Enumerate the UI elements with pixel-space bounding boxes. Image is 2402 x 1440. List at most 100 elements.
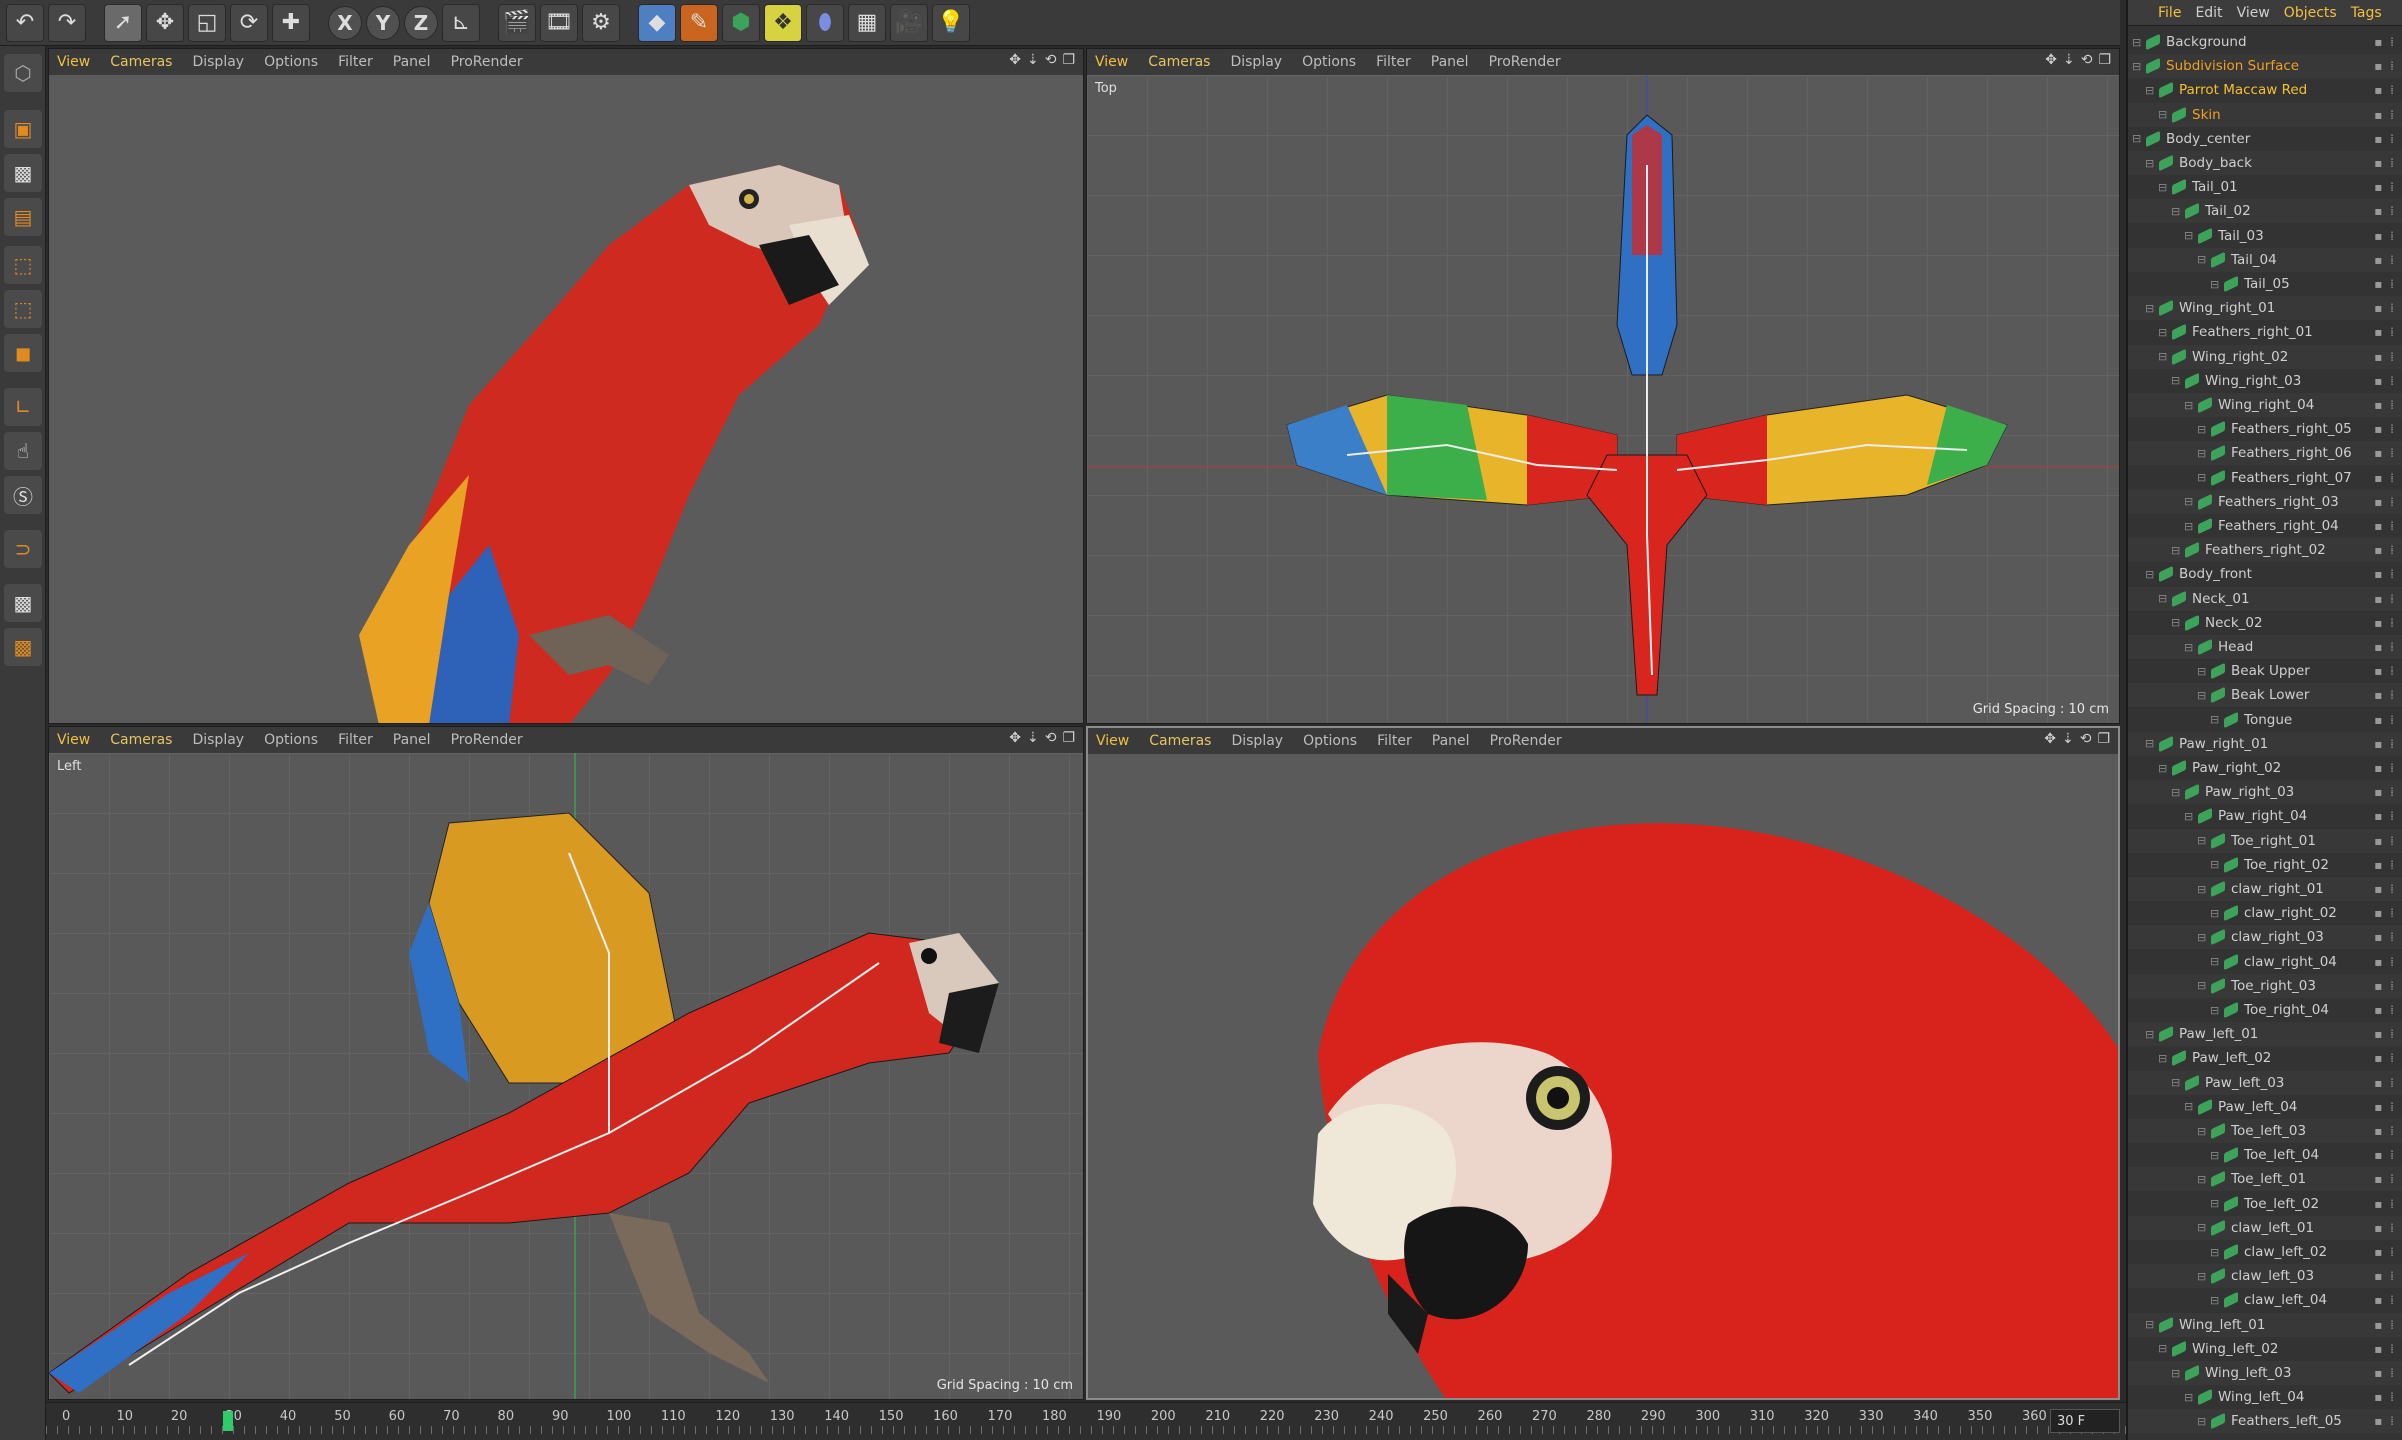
expand-toggle-icon[interactable]: ⊟ bbox=[2210, 1004, 2219, 1017]
visibility-flags-icon[interactable]: ▪ ⁞ bbox=[2374, 882, 2396, 896]
menu-view[interactable]: View bbox=[1096, 733, 1129, 749]
expand-toggle-icon[interactable]: ⊟ bbox=[2210, 858, 2219, 871]
object-row[interactable]: ⊟ Background ▪ ⁞ bbox=[2128, 30, 2402, 54]
workplane-icon[interactable]: ▤ bbox=[4, 198, 42, 236]
visibility-flags-icon[interactable]: ▪ ⁞ bbox=[2374, 301, 2396, 315]
object-row[interactable]: ⊟ Toe_right_01 ▪ ⁞ bbox=[2128, 828, 2402, 853]
menu-cameras[interactable]: Cameras bbox=[1149, 733, 1211, 749]
visibility-flags-icon[interactable]: ▪ ⁞ bbox=[2374, 156, 2396, 170]
object-row[interactable]: ⊟ Body_back ▪ ⁞ bbox=[2128, 151, 2402, 175]
viewport-left[interactable]: View Cameras Display Options Filter Pane… bbox=[48, 726, 1084, 1400]
object-row[interactable]: ⊟ Toe_right_02 ▪ ⁞ bbox=[2128, 853, 2402, 877]
expand-toggle-icon[interactable]: ⊟ bbox=[2158, 1342, 2167, 1355]
menu-options[interactable]: Options bbox=[1303, 733, 1357, 749]
object-row[interactable]: ⊟ Wing_left_04 ▪ ⁞ bbox=[2128, 1385, 2402, 1409]
menu-view[interactable]: View bbox=[1095, 54, 1128, 70]
expand-toggle-icon[interactable]: ⊟ bbox=[2197, 689, 2206, 702]
viewport-perspective[interactable]: View Cameras Display Options Filter Pane… bbox=[48, 48, 1084, 724]
pan-icon[interactable]: ✥ bbox=[2045, 52, 2057, 68]
object-row[interactable]: ⊟ Wing_right_04 ▪ ⁞ bbox=[2128, 393, 2402, 417]
expand-toggle-icon[interactable]: ⊟ bbox=[2210, 955, 2219, 968]
object-row[interactable]: ⊟ Wing_right_01 ▪ ⁞ bbox=[2128, 296, 2402, 321]
object-row[interactable]: ⊟ Subdivision Surface ▪ ⁞ bbox=[2128, 54, 2402, 79]
menu-filter[interactable]: Filter bbox=[1376, 54, 1411, 70]
menu-cameras[interactable]: Cameras bbox=[110, 54, 172, 70]
expand-toggle-icon[interactable]: ⊟ bbox=[2197, 1173, 2206, 1186]
expand-toggle-icon[interactable]: ⊟ bbox=[2158, 1052, 2167, 1065]
visibility-flags-icon[interactable]: ▪ ⁞ bbox=[2374, 979, 2396, 993]
visibility-flags-icon[interactable]: ▪ ⁞ bbox=[2374, 83, 2396, 97]
expand-toggle-icon[interactable]: ⊟ bbox=[2158, 181, 2167, 194]
visibility-flags-icon[interactable]: ▪ ⁞ bbox=[2374, 398, 2396, 412]
camera-icon[interactable]: 🎥 bbox=[890, 3, 928, 42]
expand-toggle-icon[interactable]: ⊟ bbox=[2145, 302, 2154, 315]
visibility-flags-icon[interactable]: ▪ ⁞ bbox=[2374, 1051, 2396, 1065]
expand-toggle-icon[interactable]: ⊟ bbox=[2145, 737, 2154, 750]
rotate-icon[interactable]: ⟳ bbox=[230, 3, 268, 42]
pen-icon[interactable]: ✎ bbox=[680, 3, 718, 42]
expand-toggle-icon[interactable]: ⊟ bbox=[2197, 1125, 2206, 1138]
orbit-icon[interactable]: ⟲ bbox=[2081, 52, 2093, 68]
object-row[interactable]: ⊟ claw_left_04 ▪ ⁞ bbox=[2128, 1288, 2402, 1312]
object-row[interactable]: ⊟ Feathers_right_02 ▪ ⁞ bbox=[2128, 538, 2402, 563]
expand-toggle-icon[interactable]: ⊟ bbox=[2210, 1149, 2219, 1162]
maximize-icon[interactable]: ❐ bbox=[1062, 52, 1075, 68]
visibility-flags-icon[interactable]: ▪ ⁞ bbox=[2374, 1342, 2396, 1356]
visibility-flags-icon[interactable]: ▪ ⁞ bbox=[2374, 1027, 2396, 1041]
object-row[interactable]: ⊟ Wing_left_03 ▪ ⁞ bbox=[2128, 1361, 2402, 1385]
object-row[interactable]: ⊟ Feathers_right_04 ▪ ⁞ bbox=[2128, 514, 2402, 538]
visibility-flags-icon[interactable]: ▪ ⁞ bbox=[2374, 253, 2396, 267]
visibility-flags-icon[interactable]: ▪ ⁞ bbox=[2374, 955, 2396, 969]
object-row[interactable]: ⊟ claw_left_02 ▪ ⁞ bbox=[2128, 1240, 2402, 1264]
object-row[interactable]: ⊟ claw_right_02 ▪ ⁞ bbox=[2128, 901, 2402, 925]
viewport-front[interactable]: View Cameras Display Options Filter Pane… bbox=[1086, 726, 2120, 1400]
menu-filter[interactable]: Filter bbox=[338, 54, 373, 70]
visibility-flags-icon[interactable]: ▪ ⁞ bbox=[2374, 350, 2396, 364]
object-row[interactable]: ⊟ Toe_left_03 ▪ ⁞ bbox=[2128, 1119, 2402, 1143]
expand-toggle-icon[interactable]: ⊟ bbox=[2145, 1318, 2154, 1331]
expand-toggle-icon[interactable]: ⊟ bbox=[2132, 132, 2141, 145]
menu-prorender[interactable]: ProRender bbox=[1490, 733, 1562, 749]
visibility-flags-icon[interactable]: ▪ ⁞ bbox=[2374, 519, 2396, 533]
object-row[interactable]: ⊟ Toe_right_04 ▪ ⁞ bbox=[2128, 998, 2402, 1022]
visibility-flags-icon[interactable]: ▪ ⁞ bbox=[2374, 374, 2396, 388]
visibility-flags-icon[interactable]: ▪ ⁞ bbox=[2374, 1221, 2396, 1235]
orbit-icon[interactable]: ⟲ bbox=[1045, 730, 1057, 746]
menu-cameras[interactable]: Cameras bbox=[1148, 54, 1210, 70]
object-row[interactable]: ⊟ Feathers_right_07 ▪ ⁞ bbox=[2128, 466, 2402, 490]
object-row[interactable]: ⊟ Feathers_right_01 ▪ ⁞ bbox=[2128, 320, 2402, 344]
visibility-flags-icon[interactable]: ▪ ⁞ bbox=[2374, 1390, 2396, 1404]
expand-toggle-icon[interactable]: ⊟ bbox=[2171, 1367, 2180, 1380]
expand-toggle-icon[interactable]: ⊟ bbox=[2197, 471, 2206, 484]
expand-toggle-icon[interactable]: ⊟ bbox=[2145, 84, 2154, 97]
object-row[interactable]: ⊟ claw_left_03 ▪ ⁞ bbox=[2128, 1264, 2402, 1289]
dolly-icon[interactable]: ⇣ bbox=[2063, 52, 2075, 68]
dolly-icon[interactable]: ⇣ bbox=[2062, 731, 2074, 747]
visibility-flags-icon[interactable]: ▪ ⁞ bbox=[2374, 1245, 2396, 1259]
visibility-flags-icon[interactable]: ▪ ⁞ bbox=[2374, 446, 2396, 460]
render-view-icon[interactable]: 🎬 bbox=[498, 3, 536, 42]
expand-toggle-icon[interactable]: ⊟ bbox=[2171, 1076, 2180, 1089]
visibility-flags-icon[interactable]: ▪ ⁞ bbox=[2374, 495, 2396, 509]
expand-toggle-icon[interactable]: ⊟ bbox=[2171, 616, 2180, 629]
menu-display[interactable]: Display bbox=[1230, 54, 1282, 70]
visibility-flags-icon[interactable]: ▪ ⁞ bbox=[2374, 59, 2396, 73]
object-row[interactable]: ⊟ Paw_right_03 ▪ ⁞ bbox=[2128, 780, 2402, 805]
object-row[interactable]: ⊟ claw_left_01 ▪ ⁞ bbox=[2128, 1215, 2402, 1240]
viewport-top[interactable]: View Cameras Display Options Filter Pane… bbox=[1086, 48, 2120, 724]
visibility-flags-icon[interactable]: ▪ ⁞ bbox=[2374, 906, 2396, 920]
visibility-flags-icon[interactable]: ▪ ⁞ bbox=[2374, 471, 2396, 485]
menu-prorender[interactable]: ProRender bbox=[451, 732, 523, 748]
expand-toggle-icon[interactable]: ⊟ bbox=[2197, 423, 2206, 436]
maximize-icon[interactable]: ❐ bbox=[2097, 731, 2110, 747]
visibility-flags-icon[interactable]: ▪ ⁞ bbox=[2374, 1003, 2396, 1017]
redo-icon[interactable]: ↷ bbox=[48, 3, 86, 42]
menu-filter[interactable]: Filter bbox=[1377, 733, 1412, 749]
workplane-lock-icon[interactable]: ▩ bbox=[4, 584, 42, 622]
x-axis-icon[interactable]: X bbox=[328, 5, 362, 40]
move-icon[interactable]: ✥ bbox=[146, 3, 184, 42]
visibility-flags-icon[interactable]: ▪ ⁞ bbox=[2374, 809, 2396, 823]
pan-icon[interactable]: ✥ bbox=[2044, 731, 2056, 747]
expand-toggle-icon[interactable]: ⊟ bbox=[2145, 1028, 2154, 1041]
object-row[interactable]: ⊟ Wing_left_02 ▪ ⁞ bbox=[2128, 1337, 2402, 1361]
